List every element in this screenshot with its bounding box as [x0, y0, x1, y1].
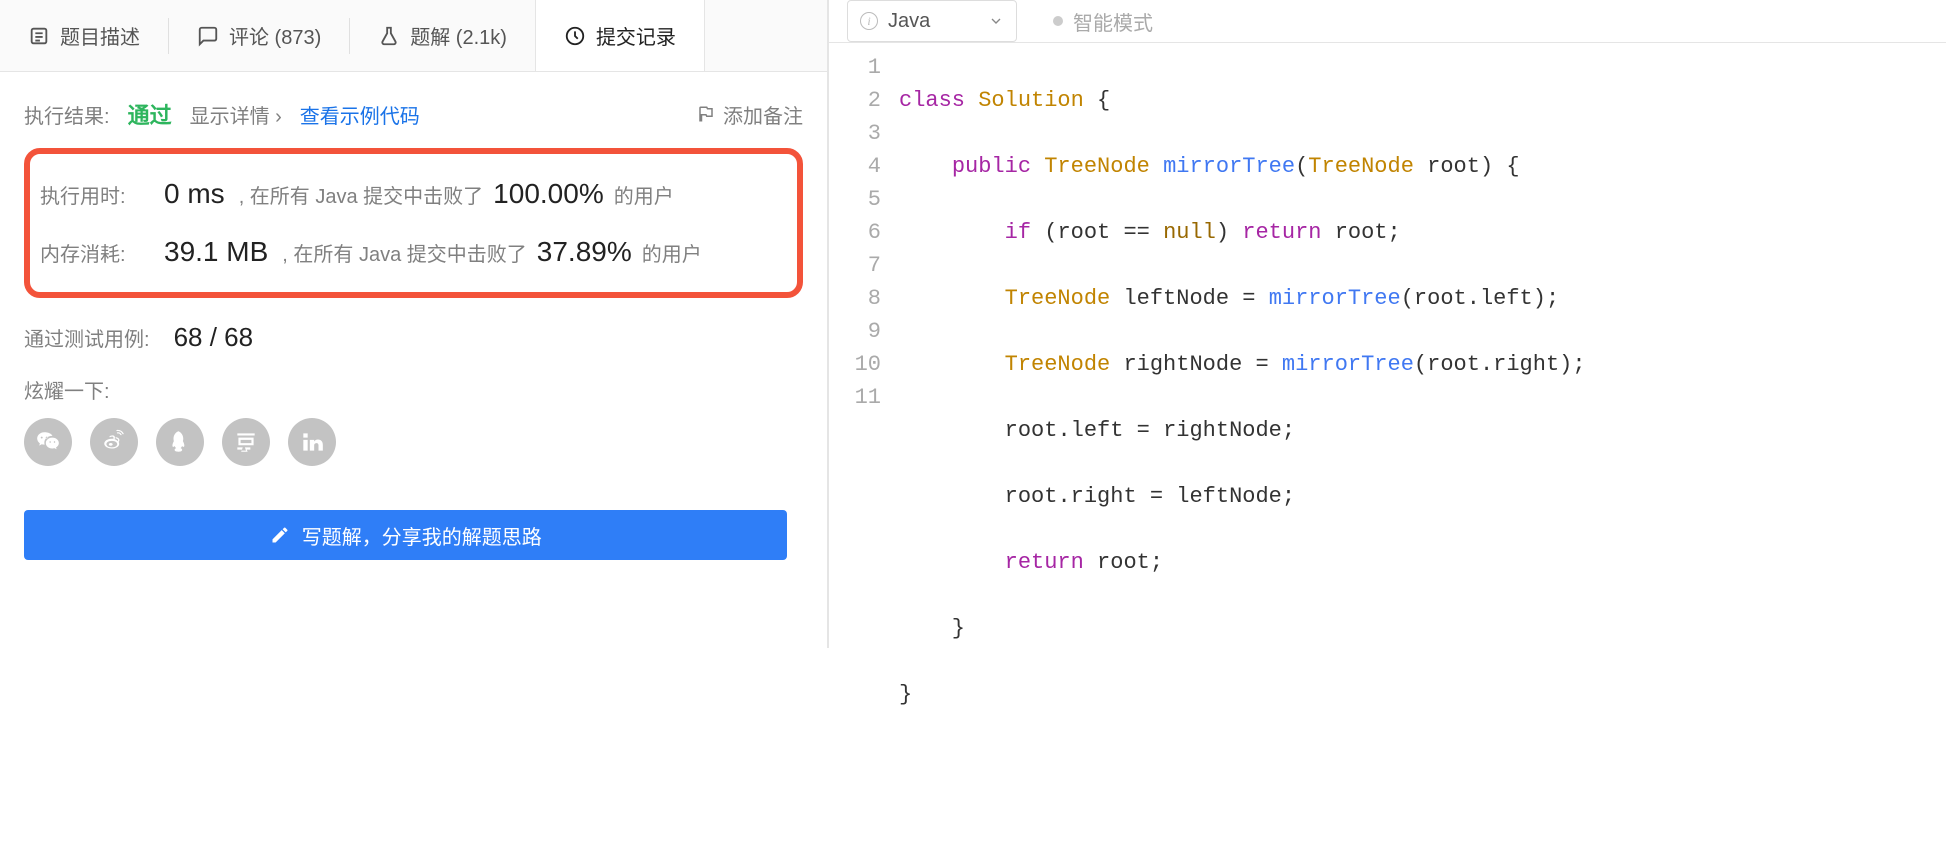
douban-icon: [233, 429, 259, 455]
ident-leftnode: leftNode: [1123, 286, 1229, 311]
ident-leftnode: leftNode: [1176, 484, 1282, 509]
kw-null: null: [1163, 220, 1216, 245]
code-content[interactable]: class Solution { public TreeNode mirrorT…: [899, 51, 1946, 843]
type-treenode: TreeNode: [1308, 154, 1414, 179]
share-qq[interactable]: [156, 418, 204, 466]
add-note-link[interactable]: 添加备注: [697, 100, 803, 129]
runtime-label: 执行用时:: [40, 180, 150, 209]
description-icon: [28, 25, 50, 47]
share-wechat[interactable]: [24, 418, 72, 466]
kw-return: return: [1242, 220, 1321, 245]
pencil-icon: [270, 525, 290, 545]
memory-value: 39.1 MB: [164, 236, 268, 268]
runtime-mid: , 在所有 Java 提交中击败了: [239, 180, 483, 209]
chevron-down-icon: [988, 13, 1004, 29]
ident-rightnode: rightNode: [1163, 418, 1282, 443]
tab-label: 评论 (873): [229, 21, 321, 50]
cases-value: 68 / 68: [174, 322, 254, 353]
result-area: 执行结果: 通过 显示详情 › 查看示例代码 添加备注 执行用时: 0 ms ,…: [0, 72, 827, 648]
ident-root: root: [1427, 352, 1480, 377]
weibo-icon: [101, 429, 127, 455]
type-solution: Solution: [978, 88, 1084, 113]
ident-left: left: [1480, 286, 1533, 311]
view-example-link[interactable]: 查看示例代码: [300, 100, 420, 129]
result-header: 执行结果: 通过 显示详情 › 查看示例代码 添加备注: [24, 98, 803, 130]
tabs: 题目描述 评论 (873) 题解 (2.1k) 提交记录: [0, 0, 827, 72]
memory-mid: , 在所有 Java 提交中击败了: [282, 238, 526, 267]
ident-right: right: [1071, 484, 1137, 509]
smart-mode-toggle[interactable]: 智能模式: [1053, 7, 1153, 36]
ident-rightnode: rightNode: [1123, 352, 1242, 377]
share-label: 炫耀一下:: [24, 371, 803, 418]
language-select[interactable]: i Java: [847, 0, 1017, 42]
smart-mode-label: 智能模式: [1073, 7, 1153, 36]
flask-icon: [378, 25, 400, 47]
tab-submissions[interactable]: 提交记录: [535, 0, 705, 71]
tab-label: 提交记录: [596, 21, 676, 50]
ident-root: root: [1414, 286, 1467, 311]
ident-root: root: [1057, 220, 1110, 245]
runtime-row: 执行用时: 0 ms , 在所有 Java 提交中击败了 100.00% 的用户: [40, 168, 787, 220]
app-root: 题目描述 评论 (873) 题解 (2.1k) 提交记录 执行结果: 通过 显示…: [0, 0, 1946, 648]
show-details-text: 显示详情 ›: [190, 100, 282, 129]
kw-public: public: [952, 154, 1031, 179]
cases-row: 通过测试用例: 68 / 68: [24, 316, 803, 371]
result-label: 执行结果:: [24, 100, 110, 129]
type-treenode: TreeNode: [1044, 154, 1150, 179]
type-treenode: TreeNode: [1005, 352, 1111, 377]
ident-root: root: [1005, 484, 1058, 509]
flag-icon: [697, 105, 715, 123]
memory-suffix: 的用户: [642, 238, 702, 267]
cases-label: 通过测试用例:: [24, 323, 150, 352]
clock-icon: [564, 25, 586, 47]
kw-class: class: [899, 88, 965, 113]
right-panel: i Java 智能模式 1234567891011 class Solution…: [829, 0, 1946, 648]
editor-header: i Java 智能模式: [829, 0, 1946, 43]
result-status: 通过: [128, 98, 172, 130]
linkedin-icon: [299, 429, 325, 455]
add-note-text: 添加备注: [723, 100, 803, 129]
fn-mirrortree: mirrorTree: [1269, 286, 1401, 311]
ident-right: right: [1493, 352, 1559, 377]
write-solution-button[interactable]: 写题解，分享我的解题思路: [24, 510, 787, 560]
kw-if: if: [1005, 220, 1031, 245]
tab-comments[interactable]: 评论 (873): [169, 0, 349, 71]
qq-icon: [167, 429, 193, 455]
language-label: Java: [888, 10, 930, 33]
runtime-value: 0 ms: [164, 178, 225, 210]
memory-label: 内存消耗:: [40, 238, 150, 267]
info-icon: i: [860, 12, 878, 30]
code-editor[interactable]: 1234567891011 class Solution { public Tr…: [829, 43, 1946, 843]
type-treenode: TreeNode: [1005, 286, 1111, 311]
line-gutter: 1234567891011: [829, 51, 899, 843]
ident-left: left: [1071, 418, 1124, 443]
ident-root: root: [1005, 418, 1058, 443]
share-linkedin[interactable]: [288, 418, 336, 466]
runtime-suffix: 的用户: [614, 180, 674, 209]
stats-box: 执行用时: 0 ms , 在所有 Java 提交中击败了 100.00% 的用户…: [24, 148, 803, 298]
ident-root: root: [1427, 154, 1480, 179]
tab-label: 题目描述: [60, 21, 140, 50]
runtime-pct: 100.00%: [493, 178, 604, 210]
tab-label: 题解 (2.1k): [410, 21, 507, 50]
share-icons: [24, 418, 803, 496]
share-douban[interactable]: [222, 418, 270, 466]
fn-mirrortree: mirrorTree: [1163, 154, 1295, 179]
fn-mirrortree: mirrorTree: [1282, 352, 1414, 377]
status-dot-icon: [1053, 16, 1063, 26]
kw-return: return: [1005, 550, 1084, 575]
share-weibo[interactable]: [90, 418, 138, 466]
tab-description[interactable]: 题目描述: [0, 0, 168, 71]
ident-root: root: [1335, 220, 1388, 245]
comment-icon: [197, 25, 219, 47]
memory-pct: 37.89%: [537, 236, 632, 268]
ident-root: root: [1097, 550, 1150, 575]
left-panel: 题目描述 评论 (873) 题解 (2.1k) 提交记录 执行结果: 通过 显示…: [0, 0, 829, 648]
tab-solutions[interactable]: 题解 (2.1k): [350, 0, 535, 71]
show-details-link[interactable]: 显示详情 ›: [190, 100, 282, 129]
write-solution-label: 写题解，分享我的解题思路: [302, 521, 542, 550]
wechat-icon: [35, 429, 61, 455]
memory-row: 内存消耗: 39.1 MB , 在所有 Java 提交中击败了 37.89% 的…: [40, 226, 787, 278]
